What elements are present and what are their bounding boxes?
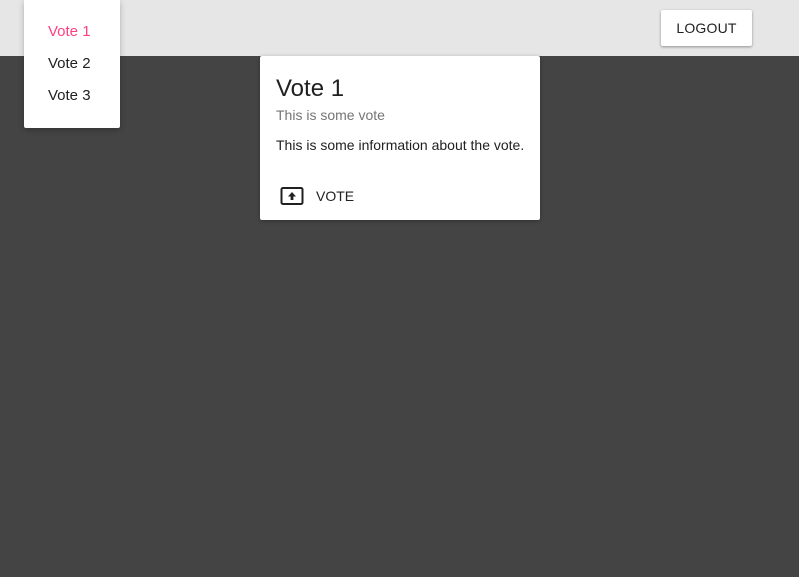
card-description: This is some information about the vote. — [276, 137, 525, 153]
vote-button-label: VOTE — [316, 188, 355, 204]
logout-button[interactable]: LOGOUT — [661, 10, 752, 46]
vote-button[interactable]: VOTE — [272, 178, 362, 214]
menu-item-vote-1[interactable]: Vote 1 — [24, 16, 120, 48]
upload-icon — [280, 186, 304, 206]
card-subtitle: This is some vote — [276, 107, 385, 123]
vote-card: Vote 1 This is some vote This is some in… — [260, 56, 540, 220]
menu-item-vote-3[interactable]: Vote 3 — [24, 80, 120, 112]
card-title: Vote 1 — [276, 75, 345, 102]
menu-item-vote-2[interactable]: Vote 2 — [24, 48, 120, 80]
vote-menu: Vote 1 Vote 2 Vote 3 — [24, 0, 120, 128]
